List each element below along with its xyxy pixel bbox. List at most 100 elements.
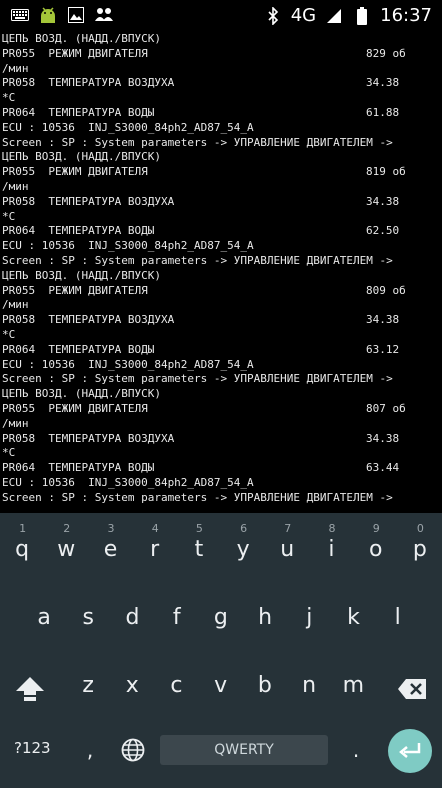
globe-icon bbox=[121, 738, 145, 762]
terminal-line: *C bbox=[0, 446, 442, 461]
line-text: PR058 ТЕМПЕРАТУРА ВОЗДУХА bbox=[2, 76, 175, 90]
status-bar: 4G 16:37 bbox=[0, 0, 442, 32]
line-text: ECU : 10536 INJ_S3000_84ph2_AD87_54_A bbox=[2, 357, 254, 371]
terminal-line: /мин bbox=[0, 417, 442, 432]
line-text: PR058 ТЕМПЕРАТУРА ВОЗДУХА bbox=[2, 194, 175, 208]
terminal-line: ЦЕПЬ ВОЗД. (НАДД./ВПУСК) bbox=[0, 387, 442, 402]
network-type: 4G bbox=[290, 5, 317, 26]
terminal-line: ECU : 10536 INJ_S3000_84ph2_AD87_54_A bbox=[0, 121, 442, 136]
terminal-line: ЦЕПЬ ВОЗД. (НАДД./ВПУСК) bbox=[0, 32, 442, 47]
period-key[interactable]: . bbox=[344, 735, 368, 765]
terminal-line: PR058 ТЕМПЕРАТУРА ВОЗДУХА 34.38 bbox=[0, 432, 442, 447]
line-text: /мин bbox=[2, 298, 29, 312]
line-text: ECU : 10536 INJ_S3000_84ph2_AD87_54_A bbox=[2, 120, 254, 134]
terminal-output[interactable]: ЦЕПЬ ВОЗД. (НАДД./ВПУСК) PR055 РЕЖИМ ДВИГ… bbox=[0, 32, 442, 510]
terminal-line: PR064 ТЕМПЕРАТУРА ВОДЫ 63.12 bbox=[0, 343, 442, 358]
terminal-line: ECU : 10536 INJ_S3000_84ph2_AD87_54_A bbox=[0, 239, 442, 254]
soft-keyboard: ?123 , QWERTY . q1w2e3r4t5y6u7i8o9p0asdf… bbox=[0, 513, 442, 788]
line-text: PR064 ТЕМПЕРАТУРА ВОДЫ bbox=[2, 461, 155, 475]
line-text: PR064 ТЕМПЕРАТУРА ВОДЫ bbox=[2, 105, 155, 119]
key-hint: 9 bbox=[372, 522, 380, 535]
terminal-line: Screen : SP : System parameters -> УПРАВ… bbox=[0, 254, 442, 269]
key-hint: 4 bbox=[151, 522, 159, 535]
line-text: ЦЕПЬ ВОЗД. (НАДД./ВПУСК) bbox=[2, 387, 161, 401]
terminal-line: PR064 ТЕМПЕРАТУРА ВОДЫ 61.88 bbox=[0, 106, 442, 121]
terminal-line: *C bbox=[0, 210, 442, 225]
line-text: /мин bbox=[2, 416, 29, 430]
line-text: Screen : SP : System parameters -> УПРАВ… bbox=[2, 490, 393, 504]
key-hint: 7 bbox=[284, 522, 292, 535]
key-c[interactable]: c bbox=[154, 663, 198, 707]
key-k[interactable]: k bbox=[331, 595, 375, 639]
line-text: /мин bbox=[2, 179, 29, 193]
key-m[interactable]: m bbox=[331, 663, 375, 707]
key-x[interactable]: x bbox=[110, 663, 154, 707]
key-j[interactable]: j bbox=[287, 595, 331, 639]
key-b[interactable]: b bbox=[243, 663, 287, 707]
keyboard-icon bbox=[10, 6, 30, 24]
key-g[interactable]: g bbox=[199, 595, 243, 639]
key-d[interactable]: d bbox=[110, 595, 154, 639]
line-text: ЦЕПЬ ВОЗД. (НАДД./ВПУСК) bbox=[2, 32, 161, 45]
terminal-line: PR058 ТЕМПЕРАТУРА ВОЗДУХА 34.38 bbox=[0, 76, 442, 91]
key-hint: 8 bbox=[328, 522, 336, 535]
space-bar[interactable]: QWERTY bbox=[160, 735, 328, 765]
terminal-line: Screen : SP : System parameters -> УПРАВ… bbox=[0, 136, 442, 151]
clock: 16:37 bbox=[380, 5, 432, 26]
key-f[interactable]: f bbox=[155, 595, 199, 639]
terminal-line: *C bbox=[0, 328, 442, 343]
key-a[interactable]: a bbox=[22, 595, 66, 639]
line-text: ЦЕПЬ ВОЗД. (НАДД./ВПУСК) bbox=[2, 268, 161, 282]
terminal-line: PR058 ТЕМПЕРАТУРА ВОЗДУХА 34.38 bbox=[0, 313, 442, 328]
line-value: 34.38 bbox=[366, 76, 400, 90]
key-z[interactable]: z bbox=[66, 663, 110, 707]
terminal-line: *C bbox=[0, 91, 442, 106]
key-hint: 6 bbox=[240, 522, 248, 535]
bluetooth-icon bbox=[263, 6, 283, 25]
line-text: Screen : SP : System parameters -> УПРАВ… bbox=[2, 253, 393, 267]
line-text: PR055 РЕЖИМ ДВИГАТЕЛЯ bbox=[2, 283, 148, 297]
terminal-line: ЦЕПЬ ВОЗД. (НАДД./ВПУСК) bbox=[0, 150, 442, 165]
line-value: 63.12 bbox=[366, 342, 400, 356]
key-h[interactable]: h bbox=[243, 595, 287, 639]
comma-key[interactable]: , bbox=[78, 735, 102, 765]
line-text: Screen : SP : System parameters -> УПРАВ… bbox=[2, 135, 393, 149]
line-text: ЦЕПЬ ВОЗД. (НАДД./ВПУСК) bbox=[2, 150, 161, 164]
symbols-key[interactable]: ?123 bbox=[14, 739, 51, 757]
terminal-line: ECU : 10536 INJ_S3000_84ph2_AD87_54_A bbox=[0, 358, 442, 373]
terminal-line: /мин bbox=[0, 298, 442, 313]
line-value: 819 об bbox=[366, 165, 406, 179]
shift-key[interactable] bbox=[6, 665, 54, 713]
line-text: PR064 ТЕМПЕРАТУРА ВОДЫ bbox=[2, 342, 155, 356]
key-l[interactable]: l bbox=[376, 595, 420, 639]
terminal-line: /мин bbox=[0, 180, 442, 195]
key-n[interactable]: n bbox=[287, 663, 331, 707]
line-text: *C bbox=[2, 327, 16, 341]
key-v[interactable]: v bbox=[199, 663, 243, 707]
key-hint: 1 bbox=[19, 522, 27, 535]
key-hint: 5 bbox=[195, 522, 203, 535]
terminal-line: PR055 РЕЖИМ ДВИГАТЕЛЯ 819 об bbox=[0, 165, 442, 180]
line-text: PR055 РЕЖИМ ДВИГАТЕЛЯ bbox=[2, 401, 148, 415]
system-icons: 4G 16:37 bbox=[263, 5, 432, 26]
android-icon bbox=[38, 6, 58, 24]
backspace-key[interactable] bbox=[388, 665, 436, 713]
backspace-icon bbox=[398, 679, 426, 699]
enter-icon bbox=[399, 743, 421, 758]
globe-key[interactable] bbox=[118, 735, 148, 765]
enter-key[interactable] bbox=[388, 729, 432, 773]
line-text: /мин bbox=[2, 61, 29, 75]
terminal-line: PR058 ТЕМПЕРАТУРА ВОЗДУХА 34.38 bbox=[0, 195, 442, 210]
line-value: 807 об bbox=[366, 401, 406, 415]
notification-icons bbox=[10, 6, 114, 24]
line-text: *C bbox=[2, 446, 16, 460]
line-value: 62.50 bbox=[366, 224, 400, 238]
line-value: 34.38 bbox=[366, 194, 400, 208]
line-value: 34.38 bbox=[366, 313, 400, 327]
key-s[interactable]: s bbox=[66, 595, 110, 639]
line-value: 61.88 bbox=[366, 105, 400, 119]
line-text: PR064 ТЕМПЕРАТУРА ВОДЫ bbox=[2, 224, 155, 238]
terminal-line: PR055 РЕЖИМ ДВИГАТЕЛЯ 809 об bbox=[0, 284, 442, 299]
line-value: 34.38 bbox=[366, 431, 400, 445]
line-value: 63.44 bbox=[366, 461, 400, 475]
